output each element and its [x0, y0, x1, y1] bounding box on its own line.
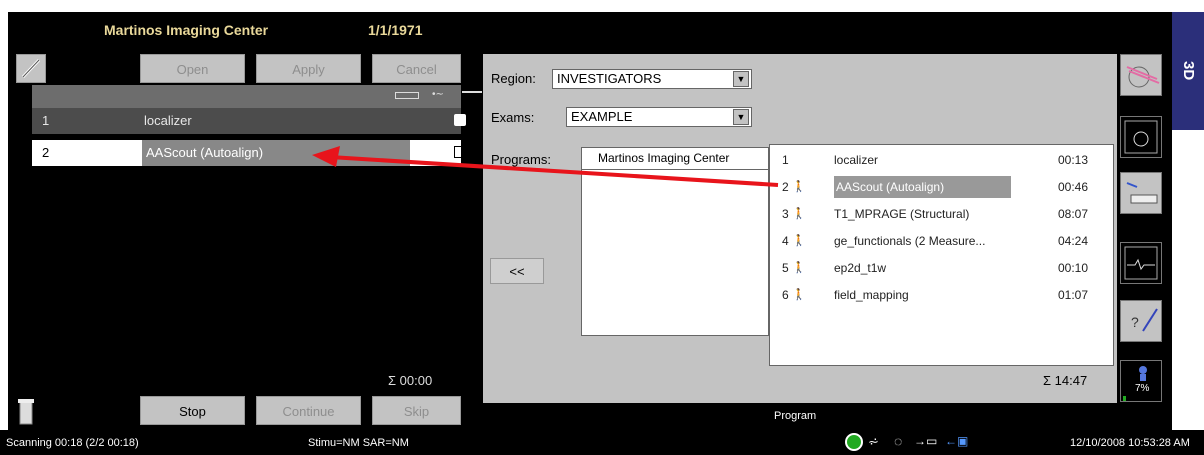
list-item[interactable]: 5 🚶 ep2d_t1w 00:10 [770, 257, 1110, 279]
programs-total: Σ 14:47 [1043, 373, 1088, 388]
pencil-icon[interactable] [16, 54, 46, 83]
continue-button[interactable]: Continue [256, 396, 361, 425]
sar-monitor-icon: 7% [1120, 360, 1162, 402]
queue-list-header: •∼ [32, 85, 482, 108]
3d-tab[interactable]: 3D [1172, 12, 1204, 130]
skip-button[interactable]: Skip [372, 396, 461, 425]
list-item[interactable]: 4 🚶 ge_functionals (2 Measure... 04:24 [770, 230, 1110, 252]
person-icon: 🚶 [792, 235, 806, 247]
person-icon: 🚶 [792, 289, 806, 301]
head-scan-icon[interactable] [1120, 54, 1162, 96]
progress-icon [845, 433, 863, 451]
row-name: localizer [144, 113, 192, 128]
row-number: 2 [42, 145, 50, 160]
program-number: 3 [782, 207, 789, 221]
person-icon: 🚶 [792, 262, 806, 274]
comment-icon[interactable] [454, 114, 466, 126]
program-name: ep2d_t1w [834, 261, 887, 275]
exams-label: Exams: [491, 110, 535, 125]
program-number: 6 [782, 288, 789, 302]
program-time: 01:07 [1058, 288, 1089, 302]
list-item[interactable]: 2 🚶 AAScout (Autoalign) 00:46 [770, 176, 1110, 198]
stim-status: Stimu=NM SAR=NM [308, 437, 409, 449]
chevron-down-icon[interactable]: ▼ [733, 109, 749, 125]
person-icon: 🚶 [792, 208, 806, 220]
scanning-status: Scanning 00:18 (2/2 00:18) [6, 437, 139, 449]
move-left-button[interactable]: << [490, 258, 544, 284]
columns-icon [395, 92, 419, 99]
program-number: 4 [782, 234, 789, 248]
status-datetime: 12/10/2008 10:53:28 AM [1070, 437, 1190, 449]
svg-text:?: ? [1131, 314, 1139, 330]
program-time: 00:10 [1058, 261, 1089, 275]
program-footer: Program [774, 410, 817, 422]
exams-value: EXAMPLE [571, 109, 633, 124]
queue-total: Σ 00:00 [388, 373, 433, 388]
annotation-arrow [312, 146, 779, 187]
region-label: Region: [491, 71, 536, 86]
trash-icon[interactable] [16, 396, 36, 426]
stop-button[interactable]: Stop [140, 396, 245, 425]
list-item[interactable]: 6 🚶 field_mapping 01:07 [770, 284, 1110, 306]
top-border [0, 0, 1204, 8]
program-name: localizer [834, 153, 879, 167]
program-name: T1_MPRAGE (Structural) [834, 207, 970, 221]
person-icon: 🚶 [792, 181, 806, 193]
help-patient-icon[interactable]: ? [1120, 300, 1162, 342]
site-title: Martinos Imaging Center [104, 22, 269, 38]
program-time: 04:24 [1058, 234, 1089, 248]
program-number: 5 [782, 261, 789, 275]
lines-icon [462, 91, 482, 93]
region-value: INVESTIGATORS [557, 71, 662, 86]
table-home-icon: ←▣ [945, 434, 969, 448]
program-name: AAScout (Autoalign) [834, 176, 1011, 198]
header-date: 1/1/1971 [368, 22, 423, 38]
program-time: 00:13 [1058, 153, 1089, 167]
wave-icon: •∼ [432, 89, 444, 100]
program-time: 08:07 [1058, 207, 1089, 221]
open-button[interactable]: Open [140, 54, 245, 83]
viewer-icon[interactable] [1120, 116, 1162, 158]
list-item[interactable]: 3 🚶 T1_MPRAGE (Structural) 08:07 [770, 203, 1110, 225]
program-time: 00:46 [1058, 180, 1089, 194]
program-name: ge_functionals (2 Measure... [834, 234, 986, 248]
program-number: 1 [782, 153, 789, 167]
list-item[interactable]: 1 localizer 00:13 [770, 149, 1110, 171]
program-number: 2 [782, 180, 789, 194]
program-list[interactable]: 1 localizer 00:13 2 🚶 AAScout (Autoalign… [769, 144, 1114, 366]
heartbeat-icon: ⩫ [868, 434, 879, 449]
sar-level-bar [1123, 396, 1126, 401]
patient-table-icon[interactable] [1120, 172, 1162, 214]
cancel-button[interactable]: Cancel [372, 54, 461, 83]
queue-row[interactable]: 1 localizer [32, 108, 466, 134]
apply-button[interactable]: Apply [256, 54, 361, 83]
head-coil-icon: ◌ [894, 433, 903, 449]
status-bar: Scanning 00:18 (2/2 00:18) Stimu=NM SAR=… [0, 430, 1204, 455]
sar-percent: 7% [1135, 383, 1150, 394]
exams-select[interactable]: EXAMPLE ▼ [566, 107, 752, 127]
program-name: field_mapping [834, 288, 909, 302]
chevron-down-icon[interactable]: ▼ [733, 71, 749, 87]
row-number: 1 [42, 113, 50, 128]
ecg-icon[interactable] [1120, 242, 1162, 284]
region-select[interactable]: INVESTIGATORS ▼ [552, 69, 752, 89]
table-move-icon: →▭ [914, 434, 938, 448]
